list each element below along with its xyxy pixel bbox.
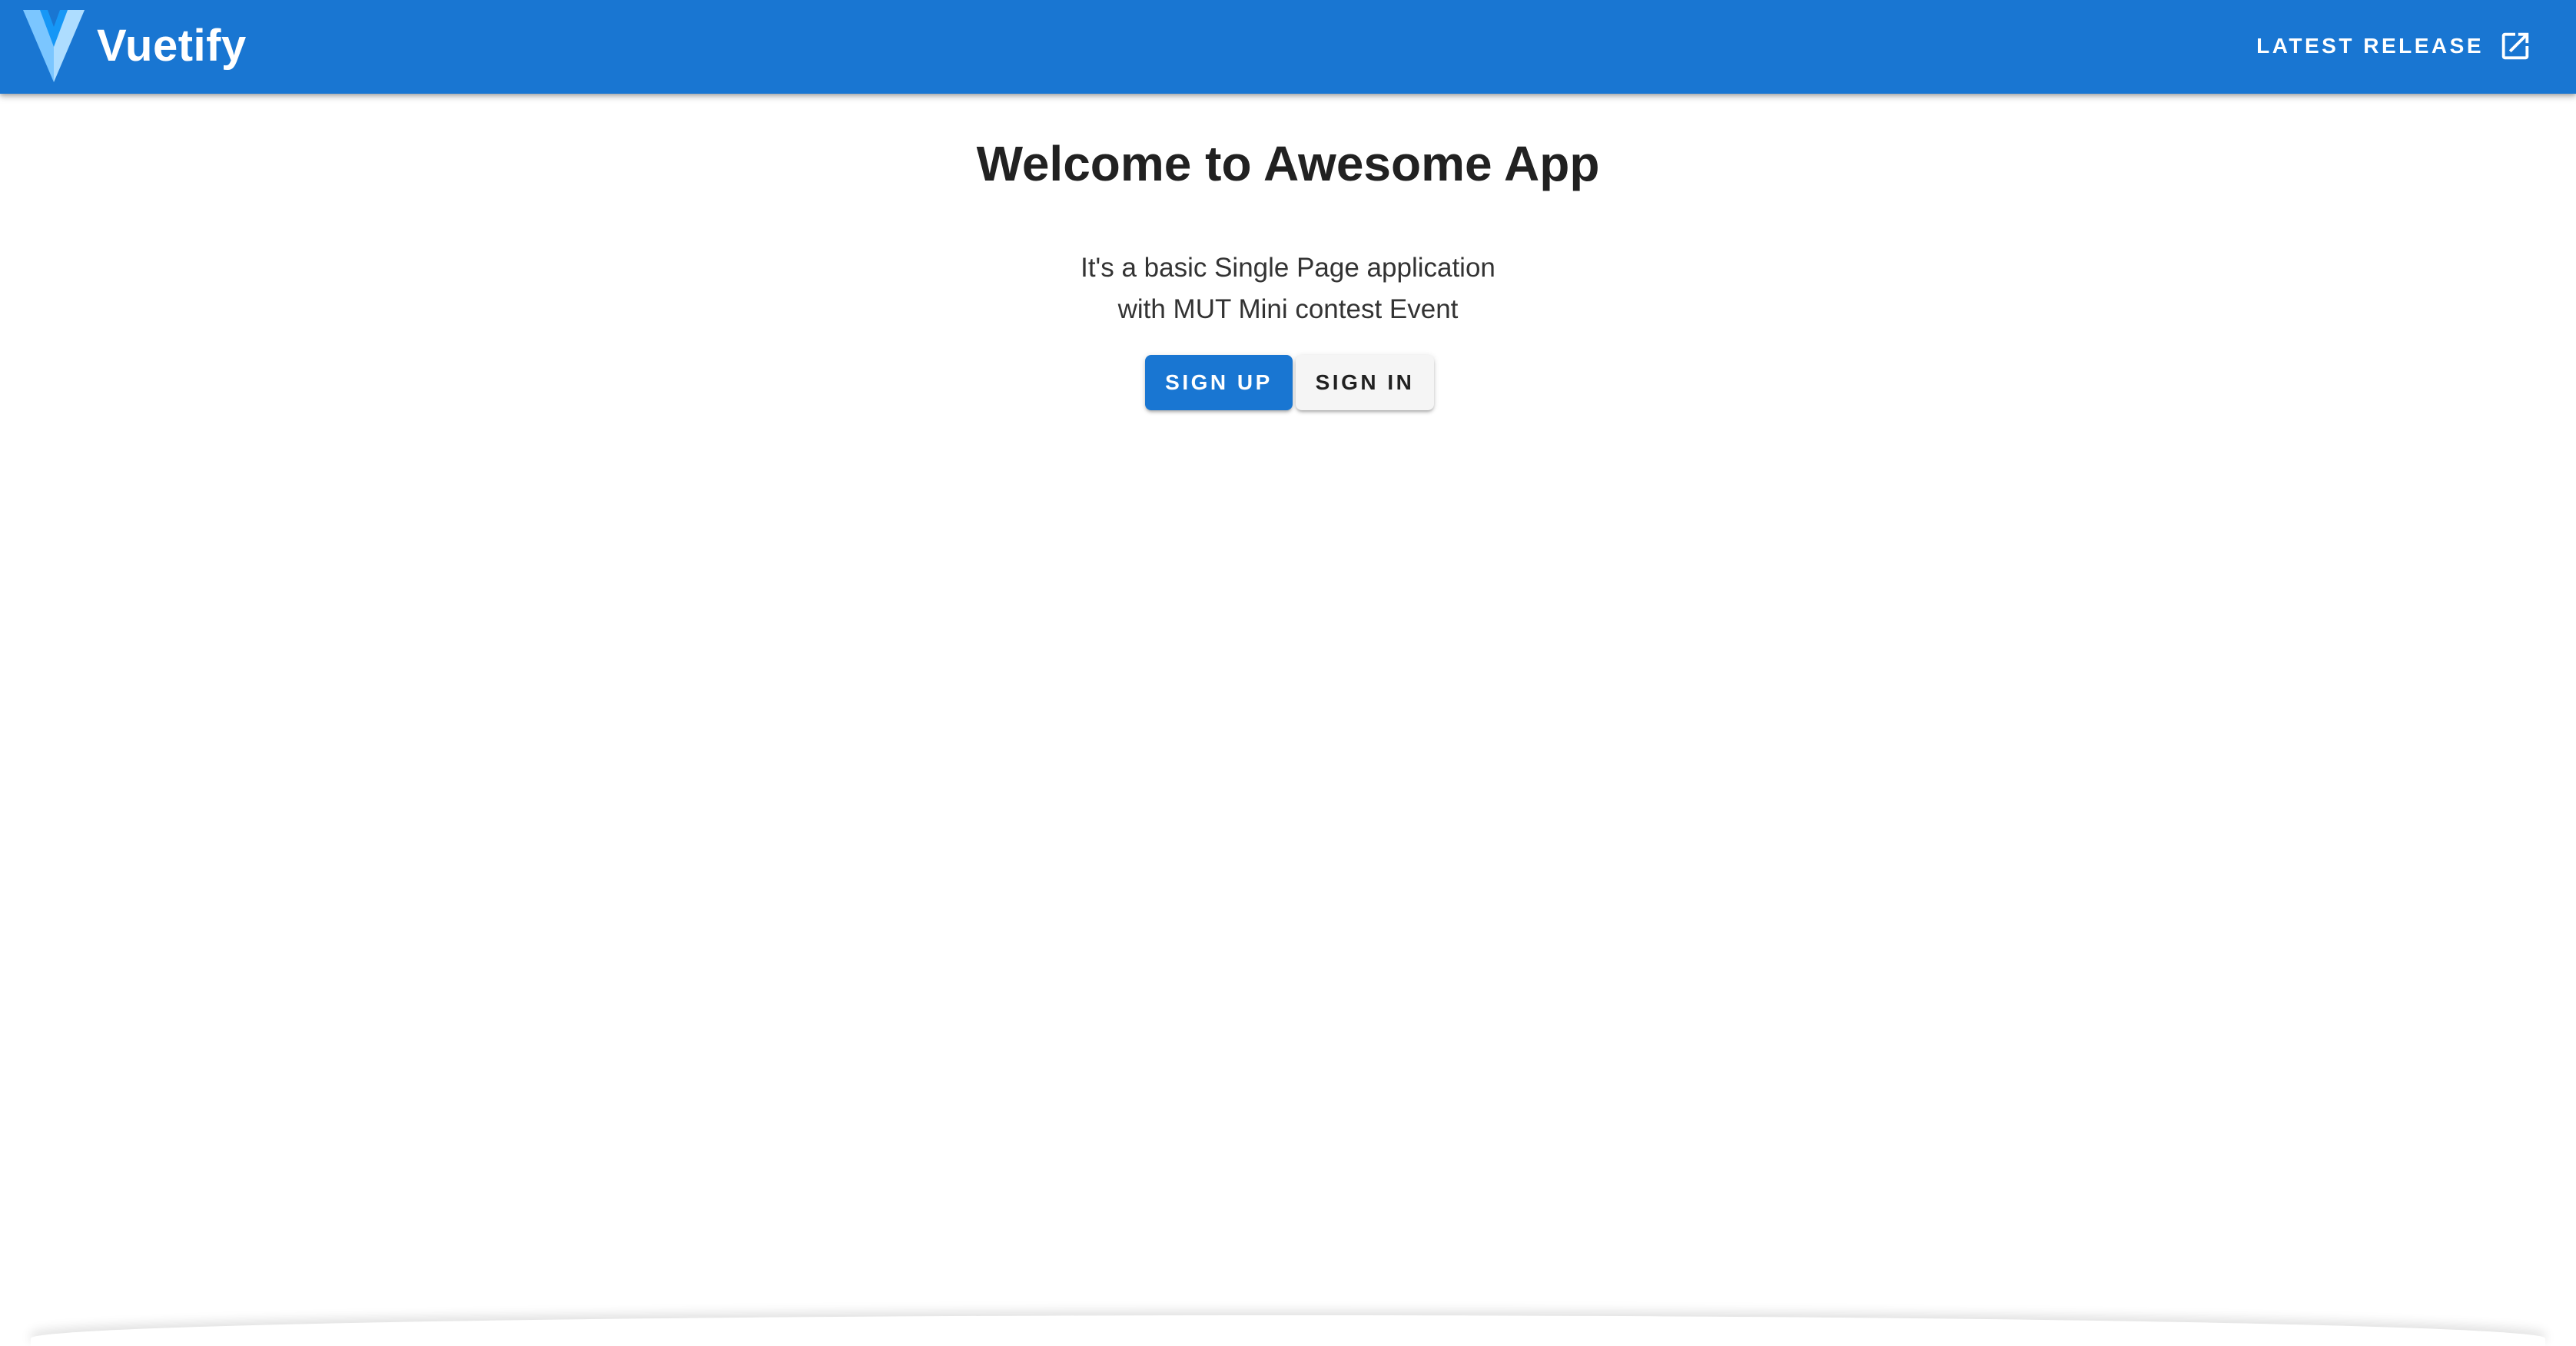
latest-release-link[interactable]: Latest Release xyxy=(2256,23,2533,69)
hero-description: It's a basic Single Page application wit… xyxy=(0,247,2576,330)
brand-name: Vuetify xyxy=(97,21,247,71)
latest-release-label: Latest Release xyxy=(2256,34,2484,58)
brand-link[interactable]: Vuetify xyxy=(23,8,247,85)
main-content: Welcome to Awesome App It's a basic Sing… xyxy=(0,94,2576,1340)
sign-in-button[interactable]: Sign In xyxy=(1296,355,1434,410)
auth-actions: Sign Up Sign In xyxy=(1145,355,1434,410)
page-title: Welcome to Awesome App xyxy=(976,136,1600,191)
vuetify-logo-icon xyxy=(23,10,85,82)
hero-description-line-2: with MUT Mini contest Event xyxy=(1117,294,1459,324)
hero-description-line-1: It's a basic Single Page application xyxy=(1081,253,1495,283)
app-bar: Vuetify Latest Release xyxy=(0,0,2576,94)
open-in-new-icon xyxy=(2501,32,2529,60)
sign-up-button[interactable]: Sign Up xyxy=(1145,355,1293,410)
